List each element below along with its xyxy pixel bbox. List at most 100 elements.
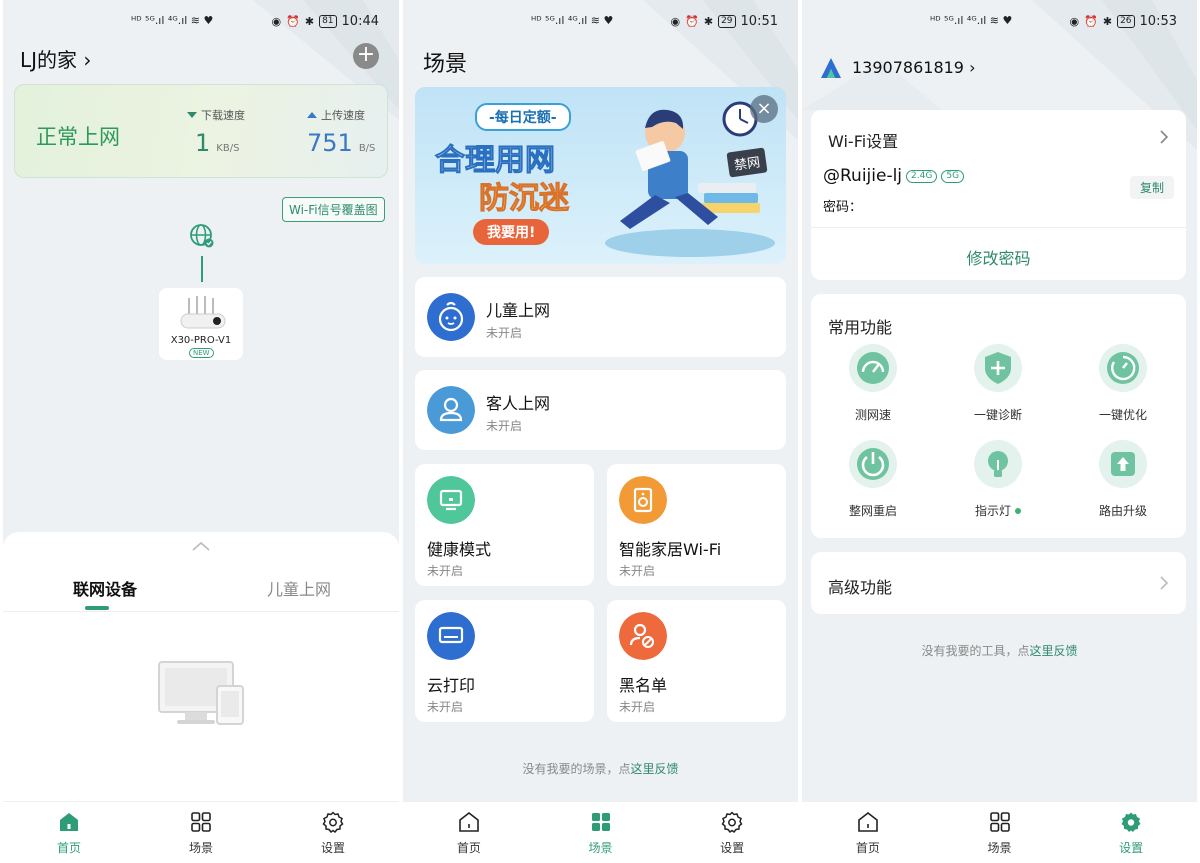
router-icon bbox=[180, 296, 226, 329]
change-password-button[interactable]: 修改密码 bbox=[811, 245, 1186, 269]
promo-banner[interactable]: -每日定额- 合理用网 防沉迷 我要用! 禁网 × bbox=[415, 87, 786, 264]
chevron-right-icon[interactable] bbox=[1160, 130, 1168, 144]
nav-home-label: 首页 bbox=[56, 840, 81, 855]
bottom-navigation: 首页 场景 设置 bbox=[3, 801, 399, 863]
wifi-settings-title[interactable]: Wi-Fi设置 bbox=[828, 128, 898, 152]
common-features-title: 常用功能 bbox=[828, 318, 893, 337]
guest-user-icon bbox=[427, 386, 475, 434]
scene-card-cloud-print[interactable]: 云打印 未开启 bbox=[415, 600, 594, 722]
nav-scene-label: 场景 bbox=[987, 840, 1012, 855]
scene-card-child-internet[interactable]: 儿童上网 未开启 bbox=[415, 277, 786, 357]
feature-network-restart[interactable]: 整网重启 bbox=[823, 440, 923, 519]
home-icon bbox=[459, 811, 479, 832]
router-card[interactable]: X30-PRO-V1 NEW bbox=[159, 288, 243, 360]
bluetooth-icon: ✱ bbox=[304, 14, 315, 28]
scene-name: 健康模式 bbox=[427, 540, 492, 559]
scene-status: 未开启 bbox=[427, 564, 464, 578]
nav-home-label: 首页 bbox=[855, 840, 880, 855]
signal-icons: ᴴᴰ ⁵ᴳ.ıl ⁴ᴳ.ıl ≋ ♥ bbox=[131, 14, 214, 27]
alarm-icon: ⏰ bbox=[286, 14, 300, 28]
feature-label: 路由升级 bbox=[1098, 504, 1147, 518]
scene-name: 黑名单 bbox=[619, 676, 668, 695]
scene-card-healthy-mode[interactable]: 健康模式 未开启 bbox=[415, 464, 594, 586]
eye-icon: ◉ bbox=[670, 14, 681, 28]
copy-button[interactable]: 复制 bbox=[1129, 176, 1174, 199]
feature-speed-test[interactable]: 测网速 bbox=[823, 344, 923, 423]
band-5g-badge: 5G bbox=[941, 169, 965, 183]
advanced-features-card[interactable]: 高级功能 bbox=[811, 552, 1186, 614]
grid-icon bbox=[191, 811, 211, 832]
gear-icon bbox=[1121, 812, 1141, 832]
upload-unit: B/S bbox=[358, 143, 376, 154]
nav-settings-label: 设置 bbox=[320, 840, 345, 855]
nav-home-label: 首页 bbox=[456, 840, 481, 855]
scene-card-blacklist[interactable]: 黑名单 未开启 bbox=[607, 600, 786, 722]
blocked-user-icon bbox=[619, 612, 667, 660]
nav-scene[interactable]: 场景 bbox=[535, 802, 667, 863]
upgrade-icon bbox=[1099, 440, 1147, 488]
feature-one-click-optimize[interactable]: 一键优化 bbox=[1073, 344, 1173, 423]
wifi-ssid: @Ruijie-lj bbox=[823, 166, 903, 186]
smart-speaker-icon bbox=[619, 476, 667, 524]
upload-arrow-icon bbox=[307, 112, 317, 118]
status-dot bbox=[1015, 507, 1021, 514]
status-bar: ᴴᴰ ⁵ᴳ.ıl ⁴ᴳ.ıl ≋ ♥ ◉ ⏰ ✱ 81 10:44 bbox=[3, 12, 399, 32]
banner-tag: 禁网 bbox=[726, 147, 768, 178]
feedback-link[interactable]: 这里反馈 bbox=[631, 762, 679, 776]
nav-scene[interactable]: 场景 bbox=[135, 802, 267, 863]
bottom-navigation: 首页 场景 设置 bbox=[403, 801, 798, 863]
speedometer-icon bbox=[849, 344, 897, 392]
battery-indicator: 26 bbox=[1117, 15, 1135, 28]
tab-connected-devices[interactable]: 联网设备 bbox=[73, 576, 137, 600]
home-name-selector[interactable]: LJ的家 › bbox=[20, 44, 91, 73]
add-button[interactable]: + bbox=[353, 43, 379, 69]
scene-name: 儿童上网 bbox=[486, 301, 551, 320]
network-status-card[interactable]: 正常上网 下载速度 1 KB/S 上传速度 751 B/S bbox=[14, 84, 388, 178]
nav-settings-label: 设置 bbox=[1119, 840, 1144, 855]
feature-one-click-diagnose[interactable]: 一键诊断 bbox=[948, 344, 1048, 423]
scene-name: 客人上网 bbox=[486, 394, 551, 413]
bottom-navigation: 首页 场景 设置 bbox=[802, 801, 1197, 863]
tab-child-internet[interactable]: 儿童上网 bbox=[267, 576, 331, 600]
status-bar: ᴴᴰ ⁵ᴳ.ıl ⁴ᴳ.ıl ≋ ♥ ◉ ⏰ ✱ 29 10:51 bbox=[403, 12, 798, 32]
feedback-note: 没有我要的场景，点这里反馈 bbox=[403, 760, 798, 777]
feature-label-row: 指示灯 bbox=[948, 502, 1048, 519]
internet-globe-icon[interactable] bbox=[188, 222, 216, 250]
nav-home[interactable]: 首页 bbox=[802, 802, 934, 863]
eye-icon: ◉ bbox=[271, 14, 282, 28]
banner-cta-button[interactable]: 我要用! bbox=[473, 219, 550, 245]
gear-icon bbox=[322, 810, 344, 833]
close-icon[interactable]: × bbox=[750, 95, 778, 123]
scene-name: 智能家居Wi-Fi bbox=[619, 540, 722, 559]
download-unit: KB/S bbox=[216, 143, 240, 154]
upload-label: 上传速度 bbox=[321, 109, 365, 122]
advanced-features-title: 高级功能 bbox=[828, 578, 893, 597]
clock: 10:51 bbox=[740, 14, 778, 29]
signal-icons: ᴴᴰ ⁵ᴳ.ıl ⁴ᴳ.ıl ≋ ♥ bbox=[930, 14, 1013, 27]
router-name: X30-PRO-V1 bbox=[170, 335, 232, 346]
alarm-icon: ⏰ bbox=[685, 14, 699, 28]
nav-home[interactable]: 首页 bbox=[3, 802, 135, 863]
nav-settings[interactable]: 设置 bbox=[267, 802, 399, 863]
power-icon bbox=[849, 440, 897, 488]
nav-settings[interactable]: 设置 bbox=[666, 802, 798, 863]
shield-plus-icon bbox=[974, 344, 1022, 392]
nav-scene-label: 场景 bbox=[188, 840, 213, 855]
scenes-screen: ᴴᴰ ⁵ᴳ.ıl ⁴ᴳ.ıl ≋ ♥ ◉ ⏰ ✱ 29 10:51 场景 -每日… bbox=[403, 0, 798, 863]
feature-indicator-light[interactable]: 指示灯 bbox=[948, 440, 1048, 519]
nav-settings[interactable]: 设置 bbox=[1065, 802, 1197, 863]
feedback-note: 没有我要的工具，点这里反馈 bbox=[802, 642, 1197, 659]
feature-router-upgrade[interactable]: 路由升级 bbox=[1073, 440, 1173, 519]
account-selector[interactable]: 13907861819 › bbox=[852, 58, 975, 77]
nav-scene-label: 场景 bbox=[588, 840, 613, 855]
home-icon bbox=[858, 811, 878, 832]
chevron-up-icon[interactable] bbox=[191, 540, 211, 552]
nav-home[interactable]: 首页 bbox=[403, 802, 535, 863]
upload-speed: 上传速度 751 B/S bbox=[307, 107, 375, 157]
empty-devices-illustration bbox=[158, 661, 244, 725]
wifi-coverage-map-button[interactable]: Wi-Fi信号覆盖图 bbox=[282, 197, 385, 222]
scene-card-guest-internet[interactable]: 客人上网 未开启 bbox=[415, 370, 786, 450]
feedback-link[interactable]: 这里反馈 bbox=[1030, 644, 1078, 658]
scene-card-smart-home-wifi[interactable]: 智能家居Wi-Fi 未开启 bbox=[607, 464, 786, 586]
nav-scene[interactable]: 场景 bbox=[934, 802, 1066, 863]
